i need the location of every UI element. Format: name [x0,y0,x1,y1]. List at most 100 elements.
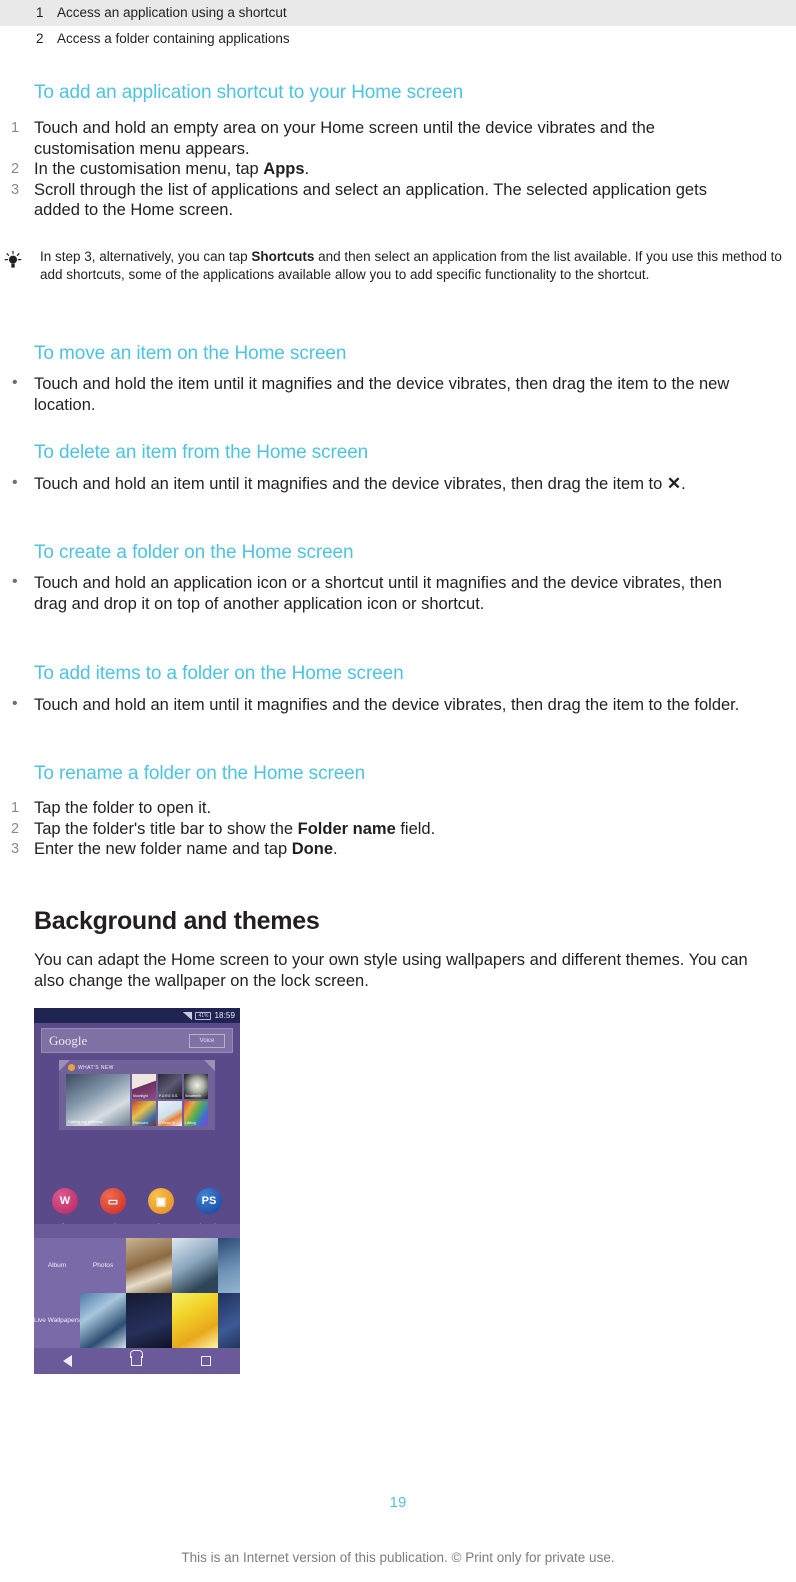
widget-tile[interactable]: A Piece Of [158,1101,182,1126]
list-marker: 3 [11,181,20,198]
procedure-list-rename-folder: 1 Tap the folder to open it. 2 Tap the fold… [0,798,752,860]
list-item: • Touch and hold an item until it magnifi… [0,474,766,495]
status-bar-clock: 18:59 [214,1011,235,1020]
list-marker: 1 [11,120,20,136]
table-row: 2 Access a folder containing applications [0,26,796,52]
procedure-list-delete-item: • Touch and hold an item until it magnifi… [0,474,766,495]
widget-tile-area: Calling my girlfriend Moonlight P.U.R.E.… [66,1074,208,1126]
tip-text: In step 3, alternatively, you can tap Sh… [40,249,782,282]
recents-icon[interactable] [200,1356,211,1366]
widget-title-label: WHAT'S NEW [78,1064,114,1071]
page-number: 19 [389,1494,407,1511]
list-item-text: Scroll through the list of applications … [34,180,707,220]
section-create-folder: To create a folder on the Home screen [34,542,786,564]
page-heading-add-shortcut: To add an application shortcut to your H… [34,82,464,103]
wallpaper-source-label: Photos [92,1261,114,1269]
list-item-text: Touch and hold an empty area on your Hom… [34,119,655,158]
list-item-text: Touch and hold an item until it magnifie… [34,696,740,714]
procedure-list-add-shortcut: 1 Touch and hold an empty area on your Ho… [0,118,756,221]
footer-copyright-note: This is an Internet version of this publ… [181,1550,615,1565]
section-rename-folder: To rename a folder on the Home screen [34,763,786,785]
tile-caption: Calling my girlfriend [68,1119,104,1124]
list-item-text: Tap the folder to open it. [34,799,212,817]
legend-description: Access a folder containing applications [57,31,290,46]
page-heading-create-folder: To create a folder on the Home screen [34,542,354,563]
page-heading-add-items-folder: To add items to a folder on the Home scr… [34,663,404,684]
list-item-text: Touch and hold an item until it magnifie… [34,474,686,493]
tip-box: In step 3, alternatively, you can tap Sh… [0,248,796,284]
back-icon[interactable] [63,1355,73,1367]
widget-tile-grid: Moonlight P.U.R.E.S.S. Snowberth Overuse… [132,1074,208,1126]
tile-caption: Moonlight [133,1094,148,1098]
wallpaper-source-album[interactable]: Album [34,1238,80,1293]
wallpaper-thumb[interactable] [218,1238,240,1293]
wallpaper-picker-panel: Album Photos Live Wallpapers [34,1224,240,1374]
battery-icon: 41% [195,1011,212,1020]
wallpaper-thumb[interactable] [172,1238,218,1293]
legend-number: 2 [36,31,44,46]
list-item: 3 Enter the new folder name and tap Done. [0,839,752,860]
home-icon[interactable] [130,1350,144,1366]
playstation-icon: PS [196,1188,222,1214]
album-icon: ▣ [148,1188,174,1214]
page-heading-delete-item: To delete an item from the Home screen [34,442,369,463]
wallpaper-source-label: Album [47,1261,67,1269]
list-item: • Touch and hold the item until it magnif… [0,374,756,415]
procedure-list-create-folder: • Touch and hold an application icon or a… [0,573,752,614]
procedure-list-move-item: • Touch and hold the item until it magnif… [0,374,756,415]
wallpaper-source-label: Live Wallpapers [34,1316,80,1324]
list-marker: 2 [11,820,20,837]
widget-tile[interactable]: P.U.R.E.S.S. [158,1074,182,1099]
wallpaper-thumb[interactable] [126,1238,172,1293]
list-item-text: In the customisation menu, tap Apps. [34,160,310,178]
wallpaper-source-photos[interactable]: Photos [80,1238,126,1293]
android-nav-bar [34,1348,240,1374]
tile-caption: Snowberth [185,1094,202,1098]
phone-screenshot-image: 41% 18:59 Google Voice WHAT'S NEW Callin… [34,1008,240,1374]
tile-caption: A Piece Of [159,1121,176,1125]
widget-title: WHAT'S NEW [68,1064,114,1071]
chapter-intro-text: You can adapt the Home screen to your ow… [34,951,748,990]
section-delete-item: To delete an item from the Home screen [34,442,786,464]
page-heading-rename-folder: To rename a folder on the Home screen [34,763,366,784]
walkman-icon: W [52,1188,78,1214]
wallpaper-thumb[interactable] [80,1293,126,1348]
list-item: 2 Tap the folder's title bar to show the … [0,819,752,840]
widget-tile[interactable]: Overused [132,1101,156,1126]
list-marker: • [12,474,18,491]
widget-tile[interactable]: Snowberth [184,1074,208,1099]
tile-caption: P.U.R.E.S.S. [159,1094,179,1098]
wallpaper-thumb[interactable] [172,1293,218,1348]
procedure-list-add-items-folder: • Touch and hold an item until it magnifi… [0,695,766,716]
legend-number: 1 [36,5,44,20]
list-item: 3 Scroll through the list of applications… [0,180,756,221]
google-logo: Google [49,1032,88,1048]
wallpaper-thumb[interactable] [218,1293,240,1348]
signal-strength-icon [183,1011,193,1020]
tile-caption: Lifeluig [185,1121,196,1125]
widget-tile[interactable]: Lifeluig [184,1101,208,1126]
widget-tile[interactable]: Moonlight [132,1074,156,1099]
whats-new-icon [68,1064,75,1071]
voice-search-button[interactable]: Voice [189,1033,225,1048]
list-marker: • [12,695,18,712]
list-item: • Touch and hold an item until it magnifi… [0,695,766,716]
list-item-text: Enter the new folder name and tap Done. [34,840,338,858]
table-row: 1 Access an application using a shortcut [0,0,796,26]
tile-caption: Overused [133,1121,148,1125]
whats-new-widget[interactable]: WHAT'S NEW Calling my girlfriend Moonlig… [59,1060,215,1130]
wallpaper-thumb[interactable] [126,1293,172,1348]
section-move-item: To move an item on the Home screen [34,343,786,365]
list-marker: 3 [11,841,20,857]
list-marker: 2 [11,161,20,177]
wallpaper-source-live[interactable]: Live Wallpapers [34,1293,80,1348]
list-item: 1 Tap the folder to open it. [0,798,752,819]
widget-feature-tile[interactable]: Calling my girlfriend [66,1074,130,1126]
list-item: • Touch and hold an application icon or a… [0,573,752,614]
google-search-bar[interactable]: Google Voice [41,1028,233,1053]
legend-table: 1 Access an application using a shortcut 2… [0,0,796,52]
wallpaper-grid: Album Photos Live Wallpapers [34,1238,240,1348]
list-marker: 1 [11,800,20,816]
list-item: 2 In the customisation menu, tap Apps. [0,159,756,180]
list-marker: • [12,374,18,391]
